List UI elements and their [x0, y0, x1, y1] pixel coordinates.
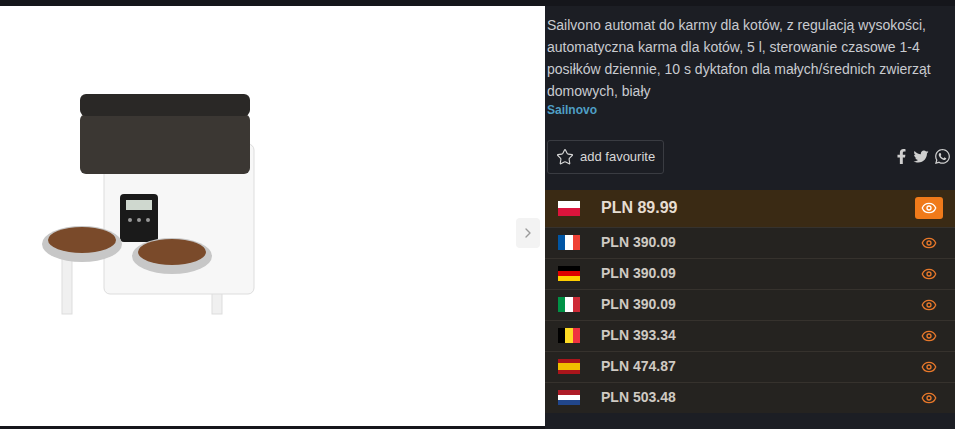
next-image-button[interactable] — [516, 218, 540, 248]
details-panel: Sailvono automat do karmy dla kotów, z r… — [545, 6, 955, 429]
eye-icon — [921, 390, 937, 406]
price-value: PLN 89.99 — [601, 196, 894, 220]
view-button[interactable] — [915, 356, 943, 378]
chevron-right-icon — [520, 225, 536, 241]
pl-flag-icon — [558, 201, 580, 216]
view-button[interactable] — [915, 263, 943, 285]
it-flag-icon — [558, 297, 580, 312]
be-flag-icon — [558, 328, 580, 343]
view-button[interactable] — [915, 197, 943, 219]
product-brand[interactable]: Sailnovo — [547, 102, 947, 118]
product-info: Sailvono automat do karmy dla kotów, z r… — [545, 6, 955, 118]
fr-flag-icon — [558, 235, 580, 250]
view-button[interactable] — [915, 325, 943, 347]
price-row[interactable]: PLN 390.09 — [545, 258, 955, 289]
price-row[interactable]: PLN 89.99 — [545, 190, 955, 227]
price-value: PLN 503.48 — [601, 387, 894, 408]
favourite-label: add favourite — [580, 147, 655, 167]
eye-icon — [921, 359, 937, 375]
twitter-icon[interactable] — [913, 149, 929, 164]
price-value: PLN 393.34 — [601, 325, 894, 346]
share-icons — [895, 148, 951, 165]
price-value: PLN 390.09 — [601, 294, 894, 315]
product-page: Sailvono automat do karmy dla kotów, z r… — [0, 0, 955, 429]
price-row[interactable]: PLN 474.87 — [545, 351, 955, 382]
image-panel — [0, 6, 545, 426]
facebook-icon[interactable] — [895, 149, 908, 164]
price-list: PLN 89.99 PLN 390.09 PLN 390.09 PLN 390.09 P… — [545, 190, 955, 413]
view-button[interactable] — [915, 387, 943, 409]
eye-icon — [921, 297, 937, 313]
nl-flag-icon — [558, 390, 580, 405]
eye-icon — [921, 266, 937, 282]
actions-bar: add favourite — [545, 140, 955, 174]
de-flag-icon — [558, 266, 580, 281]
whatsapp-icon[interactable] — [934, 148, 951, 165]
product-title: Sailvono automat do karmy dla kotów, z r… — [547, 14, 947, 102]
price-value: PLN 474.87 — [601, 356, 894, 377]
eye-icon — [921, 200, 937, 216]
price-value: PLN 390.09 — [601, 232, 894, 253]
eye-icon — [921, 328, 937, 344]
eye-icon — [921, 235, 937, 251]
price-row[interactable]: PLN 503.48 — [545, 382, 955, 413]
price-value: PLN 390.09 — [601, 263, 894, 284]
view-button[interactable] — [915, 294, 943, 316]
es-flag-icon — [558, 359, 580, 374]
favourite-button[interactable]: add favourite — [547, 140, 664, 174]
view-button[interactable] — [915, 232, 943, 254]
price-row[interactable]: PLN 393.34 — [545, 320, 955, 351]
price-row[interactable]: PLN 390.09 — [545, 227, 955, 258]
product-image — [22, 84, 262, 334]
price-row[interactable]: PLN 390.09 — [545, 289, 955, 320]
star-icon — [556, 148, 574, 166]
